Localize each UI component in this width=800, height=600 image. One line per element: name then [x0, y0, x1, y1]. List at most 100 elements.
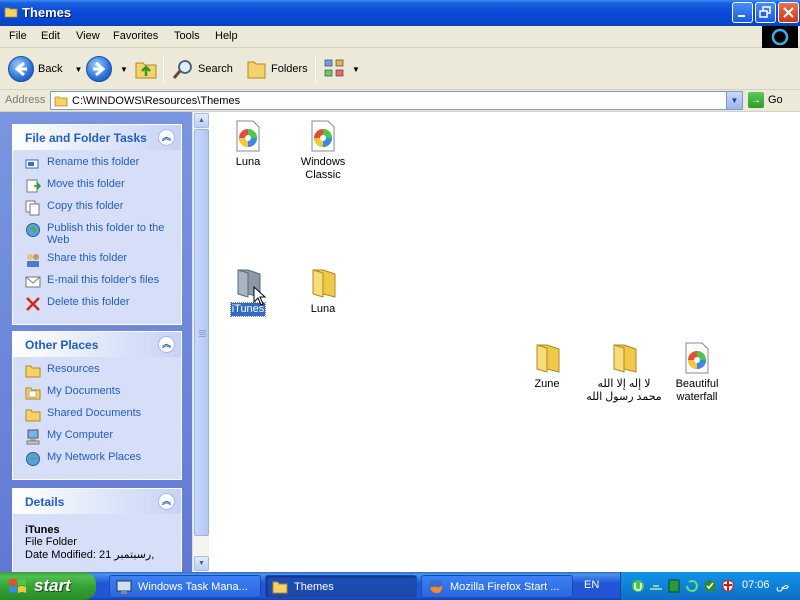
task-copy-folder[interactable]: Copy this folder [25, 200, 181, 216]
folder-icon [272, 581, 288, 593]
task-label: Delete this folder [47, 296, 130, 308]
theme-file-icon [236, 120, 260, 152]
grip-icon [199, 330, 206, 338]
up-button[interactable] [134, 54, 158, 84]
task-share-folder[interactable]: Share this folder [25, 252, 181, 268]
email-icon [25, 276, 41, 288]
task-manager-icon [116, 580, 132, 594]
task-label: Share this folder [47, 252, 128, 264]
toolbar-separator [315, 56, 316, 82]
task-rename-folder[interactable]: Rename this folder [25, 156, 181, 172]
address-dropdown-button[interactable]: ▼ [726, 92, 742, 109]
file-item-luna-theme[interactable]: Luna [210, 120, 286, 169]
forward-dropdown-icon[interactable]: ▼ [120, 65, 128, 74]
close-icon [783, 7, 794, 18]
menu-view[interactable]: View [76, 30, 100, 42]
place-resources[interactable]: Resources [25, 363, 181, 379]
task-label: E-mail this folder's files [47, 274, 160, 286]
panel-header[interactable]: Details ︽ [13, 489, 181, 514]
menu-file[interactable]: File [9, 30, 27, 42]
place-my-computer[interactable]: My Computer [25, 429, 181, 445]
search-icon [172, 60, 192, 79]
place-shared-documents[interactable]: Shared Documents [25, 407, 181, 423]
place-my-documents[interactable]: My Documents [25, 385, 181, 401]
windows-throbber-icon [771, 28, 789, 46]
file-view[interactable]: Luna Windows Classic iTunes Luna Zune لا… [209, 112, 800, 572]
file-label: Windows Classic [300, 156, 346, 181]
panel-header[interactable]: File and Folder Tasks ︽ [13, 125, 181, 150]
folder-icon [312, 269, 336, 298]
close-button[interactable] [778, 2, 799, 23]
folders-button[interactable]: Folders [245, 54, 308, 84]
search-button[interactable]: Search [172, 54, 233, 84]
network-connection-icon[interactable] [649, 579, 663, 593]
my-computer-icon [26, 429, 40, 445]
windows-flag-icon [9, 579, 26, 593]
task-email-files[interactable]: E-mail this folder's files [25, 274, 181, 290]
views-button[interactable]: ▼ [324, 54, 360, 84]
forward-button[interactable]: ▼ [86, 54, 128, 84]
window-title: Themes [22, 5, 72, 20]
clock-time[interactable]: 07:06 [742, 579, 770, 591]
refresh-tray-icon[interactable] [685, 579, 699, 593]
address-label: Address [5, 94, 46, 106]
task-move-folder[interactable]: Move this folder [25, 178, 181, 194]
menu-bar: File Edit View Favorites Tools Help [0, 26, 800, 48]
place-my-network-places[interactable]: My Network Places [25, 451, 181, 467]
antivirus-icon[interactable] [703, 579, 717, 593]
utorrent-icon[interactable] [631, 579, 645, 593]
taskbar: start Windows Task Mana... Themes Mozill… [0, 572, 800, 600]
file-item-luna-folder[interactable]: Luna [285, 267, 361, 316]
collapse-icon[interactable]: ︽ [158, 493, 175, 510]
standard-toolbar: Back ▼ ▼ Search Folders ▼ [0, 48, 800, 90]
scroll-down-button[interactable]: ▼ [194, 556, 209, 571]
task-publish-web[interactable]: Publish this folder to the Web [25, 222, 181, 246]
scroll-up-button[interactable]: ▲ [194, 113, 209, 128]
taskbar-button-firefox[interactable]: Mozilla Firefox Start ... [421, 575, 573, 598]
title-bar[interactable]: Themes [0, 0, 800, 26]
place-label: My Network Places [47, 451, 142, 463]
views-dropdown-icon: ▼ [352, 64, 360, 74]
back-dropdown-icon[interactable]: ▼ [74, 65, 82, 74]
menu-favorites[interactable]: Favorites [113, 30, 158, 42]
place-label: Resources [47, 363, 100, 375]
restore-icon [759, 6, 771, 18]
start-button[interactable]: start [0, 572, 96, 600]
menu-help[interactable]: Help [215, 30, 238, 42]
details-modified: Date Modified: 21 رسبتمبر, [25, 549, 155, 561]
folder-icon [536, 344, 560, 373]
file-label: Luna [235, 156, 261, 168]
language-indicator[interactable]: EN [584, 579, 599, 591]
theme-file-icon [685, 342, 709, 374]
task-pane-scrollbar[interactable]: ▲ ▼ [192, 112, 209, 572]
chevron-down-icon: ▼ [730, 96, 739, 105]
collapse-icon[interactable]: ︽ [158, 129, 175, 146]
file-item-beautiful-waterfall-theme[interactable]: Beautiful waterfall [659, 342, 735, 404]
menu-tools[interactable]: Tools [174, 30, 200, 42]
go-button[interactable]: → Go [748, 92, 783, 108]
back-button[interactable]: Back ▼ [8, 54, 82, 84]
file-item-arabic-folder[interactable]: لا إله إلا الله محمد رسول الله [584, 342, 664, 404]
taskbar-button-label: Mozilla Firefox Start ... [450, 580, 560, 593]
file-item-windows-classic-theme[interactable]: Windows Classic [285, 120, 361, 182]
taskbar-button-label: Windows Task Mana... [138, 580, 248, 593]
place-label: My Documents [47, 385, 121, 397]
task-delete-folder[interactable]: Delete this folder [25, 296, 181, 312]
app-tray-icon[interactable] [667, 579, 681, 593]
menu-edit[interactable]: Edit [41, 30, 60, 42]
panel-header[interactable]: Other Places ︽ [13, 332, 181, 357]
file-item-zune-folder[interactable]: Zune [509, 342, 585, 391]
collapse-icon[interactable]: ︽ [158, 336, 175, 353]
task-label: Publish this folder to the Web [47, 222, 165, 246]
copy-icon [25, 200, 40, 216]
views-icon [324, 59, 344, 77]
taskbar-button-themes[interactable]: Themes [265, 575, 417, 598]
file-item-itunes-folder[interactable]: iTunes [210, 267, 286, 317]
scroll-thumb[interactable] [194, 129, 209, 536]
address-input[interactable]: C:\WINDOWS\Resources\Themes ▼ [50, 91, 743, 110]
search-label: Search [198, 63, 233, 75]
taskbar-button-task-manager[interactable]: Windows Task Mana... [109, 575, 261, 598]
restore-button[interactable] [755, 2, 776, 23]
minimize-button[interactable] [732, 2, 753, 23]
security-shield-icon[interactable] [721, 579, 735, 593]
